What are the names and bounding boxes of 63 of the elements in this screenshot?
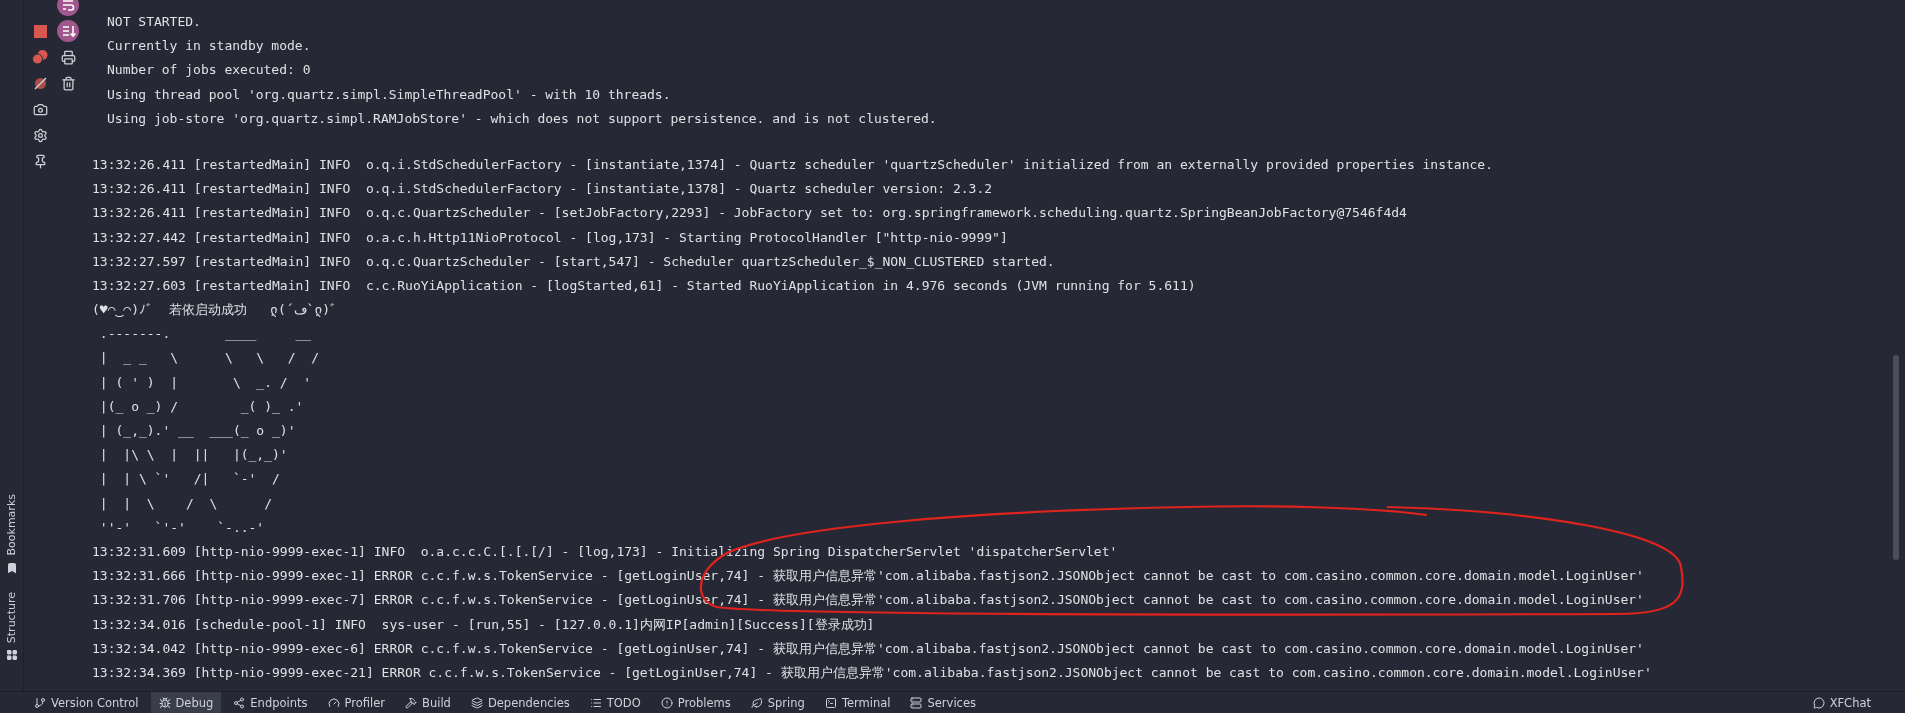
ascii-art-line: | ( ' ) | \ _. / ' <box>98 373 312 392</box>
layers-icon <box>470 696 483 709</box>
log-line: 13:32:26.411 [restartedMain] INFO o.q.i.StdSchedulerFactory - [instantiate,1374] - Quartz scheduler 'quartzScheduler' initialized from an externally provided properties instance. <box>92 155 1493 174</box>
console-line: Using job-store 'org.quartz.simpl.RAMJobStore' - which does not support persistence. and is not clustered. <box>106 109 937 128</box>
log-line: 13:32:27.597 [restartedMain] INFO o.q.c.QuartzScheduler - [start,547] - Scheduler quartzScheduler_$_NON_CLUSTERED started. <box>92 252 1055 271</box>
ascii-art-line: | | \ / \ / <box>98 494 272 513</box>
log-line: 13:32:26.411 [restartedMain] INFO o.q.i.StdSchedulerFactory - [instantiate,1378] - Quartz scheduler version: 2.3.2 <box>92 180 993 199</box>
ascii-art-line: | |\ \ | || |(_,_)' <box>98 446 288 465</box>
scroll-to-end-icon[interactable] <box>57 20 79 42</box>
bookmark-icon[interactable] <box>5 561 18 574</box>
ascii-art-line: | _ _ \ \ \ / / <box>98 349 319 368</box>
terminal-icon <box>824 696 837 709</box>
trash-icon[interactable] <box>60 75 76 91</box>
log-line: 13:32:27.442 [restartedMain] INFO o.a.c.h.Http11NioProtocol - [log,173] - Starting ProtocolHandler ["http-nio-9999"] <box>92 228 1008 247</box>
printer-icon[interactable] <box>60 49 76 65</box>
console-line: Currently in standby mode. <box>106 37 311 56</box>
stop-icon[interactable] <box>33 24 47 38</box>
tool-window-tab[interactable]: Profiler <box>319 691 394 713</box>
gauge-icon <box>327 696 340 709</box>
ascii-art-line: | (_,_).' __ ___(_ o _)' <box>98 422 296 440</box>
side-tab-label[interactable]: Structure <box>5 591 18 643</box>
tool-window-tab[interactable]: Dependencies <box>462 691 578 713</box>
tool-window-tab[interactable]: TODO <box>581 691 649 713</box>
server-icon <box>910 696 923 709</box>
side-tab-label[interactable]: Bookmarks <box>5 494 18 556</box>
tool-window-tab[interactable]: Spring <box>742 691 813 713</box>
banner-greeting: (♥◠‿◠)ﾉﾞ 若依启动成功 ლ(´ڡ`ლ)ﾞ <box>92 301 338 320</box>
console-line: Number of jobs executed: 0 <box>106 61 311 80</box>
scrollbar-thumb[interactable] <box>1893 355 1899 560</box>
chat-icon <box>1812 696 1825 709</box>
console-line: NOT STARTED. <box>106 13 201 31</box>
branch-icon <box>34 696 46 709</box>
ascii-art-line: ''-' `'-' `-..-' <box>98 518 265 537</box>
pin-icon[interactable] <box>32 153 48 169</box>
tool-window-tab[interactable]: Debug <box>150 691 222 713</box>
nodes-icon <box>233 696 246 709</box>
log-line: 13:32:34.042 [http-nio-9999-exec-6] ERROR c.c.f.w.s.TokenService - [getLoginUser,74] - 获取用户信息异常'com.alibaba.fastjson2.JSONObject cannot be cast to com.casino.common.core.domain.model.LoginUser' <box>92 639 1644 658</box>
list-icon <box>589 696 602 709</box>
alert-icon <box>660 696 673 709</box>
leaf-icon <box>750 696 763 709</box>
tool-window-tab[interactable]: XFChat <box>1804 691 1879 713</box>
tool-window-tab[interactable]: Build <box>397 691 459 713</box>
log-line: 13:32:27.603 [restartedMain] INFO c.c.RuoYiApplication - [logStarted,61] - Started RuoYiApplication in 4.976 seconds (JVM running for 5.611) <box>92 276 1196 295</box>
breakpoints-icon[interactable] <box>32 50 48 64</box>
camera-icon[interactable] <box>32 101 48 117</box>
log-line: 13:32:34.016 [schedule-pool-1] INFO sys-user - [run,55] - [127.0.0.1]内网IP[admin][Success][登录成功] <box>92 615 875 634</box>
wrap-icon[interactable] <box>57 0 79 16</box>
console-line: Using thread pool 'org.quartz.simpl.SimpleThreadPool' - with 10 threads. <box>106 85 671 104</box>
structure-icon[interactable] <box>5 649 18 661</box>
log-line: 13:32:34.369 [http-nio-9999-exec-21] ERROR c.c.f.w.s.TokenService - [getLoginUser,74] - 获取用户信息异常'com.alibaba.fastjson2.JSONObject cannot be cast to com.casino.common.core.domain.model.LoginUser' <box>92 663 1652 682</box>
tool-window-tab[interactable]: Terminal <box>816 691 899 713</box>
tool-window-tab[interactable]: Problems <box>652 691 739 713</box>
tool-window-tab[interactable]: Version Control <box>26 691 147 713</box>
tool-window-tab[interactable]: Endpoints <box>225 691 316 713</box>
ascii-art-line: .-------. ____ __ <box>98 325 312 344</box>
ascii-art-line: | | \ `' /| `-' / <box>98 470 280 489</box>
settings-icon[interactable] <box>32 127 48 143</box>
tool-window-tab[interactable]: Services <box>902 691 984 713</box>
bug-icon <box>158 696 171 709</box>
mute-breakpoints-icon[interactable] <box>32 75 48 91</box>
ascii-art-line: |(_ o _) / _( )_ .' <box>98 397 304 416</box>
log-line: 13:32:26.411 [restartedMain] INFO o.q.c.QuartzScheduler - [setJobFactory,2293] - JobFactory set to: org.springframework.scheduling.quartz.SpringBeanJobFactory@7546f4d4 <box>92 204 1407 223</box>
hammer-icon <box>405 696 418 709</box>
